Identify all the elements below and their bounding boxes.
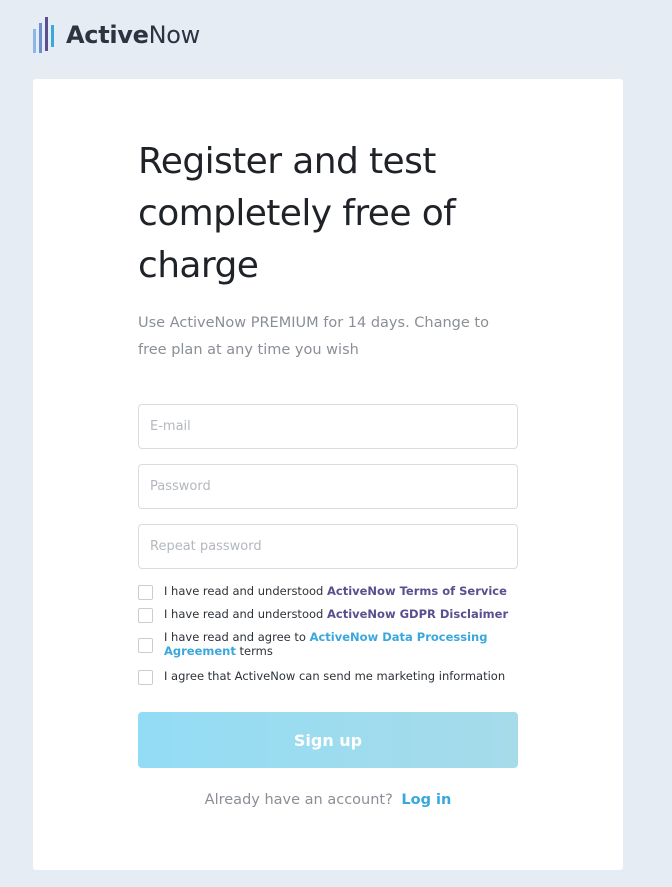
login-prompt-text: Already have an account? (204, 792, 393, 808)
login-prompt: Already have an account? Log in (138, 792, 518, 808)
consent-gdpr-checkbox[interactable] (138, 608, 153, 623)
gdpr-disclaimer-link[interactable]: ActiveNow GDPR Disclaimer (327, 607, 508, 621)
consent-marketing-checkbox[interactable] (138, 670, 153, 685)
consent-dpa-prefix: I have read and agree to (164, 630, 310, 644)
consent-gdpr-label: I have read and understood ActiveNow GDP… (164, 607, 514, 621)
logo-wordmark-bold: Active (66, 21, 149, 49)
consent-marketing-row: I agree that ActiveNow can send me marke… (138, 669, 518, 685)
consent-terms-prefix: I have read and understood (164, 584, 327, 598)
repeat-password-input[interactable] (138, 524, 518, 569)
page-subtitle: Use ActiveNow PREMIUM for 14 days. Chang… (138, 315, 489, 358)
consent-terms-label: I have read and understood ActiveNow Ter… (164, 584, 514, 598)
consent-gdpr-prefix: I have read and understood (164, 607, 327, 621)
sign-up-button[interactable]: Sign up (138, 712, 518, 768)
terms-of-service-link[interactable]: ActiveNow Terms of Service (327, 584, 507, 598)
email-input[interactable] (138, 404, 518, 449)
consent-terms-checkbox[interactable] (138, 585, 153, 600)
logo-wordmark: ActiveNow (66, 21, 200, 49)
consent-dpa-row: I have read and agree to ActiveNow Data … (138, 630, 518, 658)
consent-marketing-label: I agree that ActiveNow can send me marke… (164, 669, 506, 683)
logo-wordmark-light: Now (148, 21, 201, 49)
consent-terms-row: I have read and understood ActiveNow Ter… (138, 584, 518, 600)
activenow-logo[interactable]: ActiveNow (33, 14, 200, 56)
consent-dpa-label: I have read and agree to ActiveNow Data … (164, 630, 514, 658)
password-input[interactable] (138, 464, 518, 509)
consent-dpa-checkbox[interactable] (138, 638, 153, 653)
consent-gdpr-row: I have read and understood ActiveNow GDP… (138, 607, 518, 623)
log-in-link[interactable]: Log in (401, 792, 451, 808)
activenow-logo-icon (33, 17, 54, 53)
register-card: Register and test completely free of cha… (33, 79, 623, 870)
page-title: Register and test completely free of cha… (138, 141, 456, 286)
consent-dpa-suffix: terms (235, 644, 273, 658)
